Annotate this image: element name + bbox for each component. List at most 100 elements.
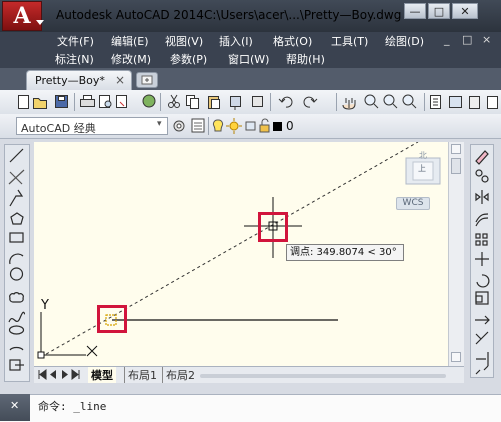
first-layout-icon — [38, 369, 47, 380]
layer-color-swatch-icon — [273, 122, 282, 131]
app-menu-arrow-icon — [36, 20, 44, 25]
print-icon — [80, 95, 95, 107]
viewcube-top-face[interactable]: 上 — [418, 163, 426, 174]
menu-window[interactable]: 窗口(W) — [228, 51, 269, 67]
spline-icon — [8, 311, 26, 323]
menu-help[interactable]: 帮助(H) — [286, 51, 325, 67]
matchprop-icon — [230, 96, 241, 110]
design-center-icon — [449, 96, 462, 108]
block-editor-icon — [252, 96, 263, 107]
layer-properties-icon — [191, 118, 205, 133]
stretch-icon — [475, 315, 490, 325]
rotate-icon — [476, 274, 490, 288]
layer-name[interactable]: 0 — [286, 119, 294, 133]
scroll-up-button[interactable] — [451, 144, 461, 154]
layer-lock-vp-icon — [245, 121, 256, 131]
line-tool-icon — [9, 148, 24, 163]
menu-insert[interactable]: 插入(I) — [219, 33, 253, 49]
undo-icon — [278, 96, 293, 108]
cut-icon — [168, 94, 180, 108]
menu-dimension[interactable]: 标注(N) — [55, 51, 94, 67]
construction-line-icon — [8, 169, 25, 185]
app-title: Autodesk AutoCAD 2014 — [56, 8, 204, 22]
revision-cloud-icon — [9, 292, 24, 303]
autocad-logo-icon: A — [13, 3, 31, 29]
trim-icon — [475, 331, 489, 345]
menu-view[interactable]: 视图(V) — [165, 33, 203, 49]
ellipse-icon — [8, 325, 25, 335]
paste-icon — [208, 96, 220, 109]
zoom-previous-icon — [402, 94, 417, 109]
zoom-window-icon — [383, 94, 398, 109]
document-tab[interactable]: Pretty—Boy* × — [26, 70, 132, 90]
wcs-menu-button[interactable]: WCS — [396, 197, 430, 210]
workspace-dropdown[interactable]: AutoCAD 经典 ▾ — [16, 117, 168, 135]
tab-layout2[interactable]: 布局2 — [162, 367, 195, 383]
layer-freeze-icon — [226, 118, 242, 134]
doc-close-button[interactable]: × — [482, 33, 491, 46]
open-icon — [33, 98, 47, 109]
mirror-icon — [475, 190, 489, 204]
standard-toolbar-icons — [18, 93, 498, 111]
vertical-scrollbar[interactable] — [448, 142, 464, 366]
erase-icon — [475, 150, 489, 165]
doc-minimize-button[interactable]: _ — [444, 33, 450, 46]
tab-layout1[interactable]: 布局1 — [124, 367, 157, 383]
prev-layout-icon — [50, 370, 56, 379]
arc-icon — [9, 253, 24, 265]
print-preview-icon — [99, 95, 112, 108]
application-menu-button[interactable]: A — [2, 1, 42, 31]
menu-draw[interactable]: 绘图(D) — [385, 33, 424, 49]
rectangle-icon — [9, 232, 24, 243]
modify-toolbar-icons — [475, 150, 490, 375]
document-tab-close-icon[interactable]: × — [115, 73, 125, 87]
sheet-set-icon — [487, 96, 498, 109]
extend-icon — [476, 352, 489, 366]
scale-icon — [475, 291, 489, 305]
close-button[interactable]: ✕ — [452, 3, 478, 19]
horizontal-scrollbar[interactable] — [200, 374, 446, 378]
ellipse-arc-icon — [9, 346, 24, 351]
ucs-y-label: Y — [41, 298, 49, 313]
workspace-dropdown-value: AutoCAD 经典 — [21, 122, 96, 135]
minimize-button[interactable]: — — [404, 3, 426, 19]
chevron-down-icon: ▾ — [157, 119, 162, 129]
properties-icon — [430, 95, 441, 109]
scroll-down-button[interactable] — [451, 352, 461, 362]
dynamic-input-tooltip: 调点: 349.8074 < 30° — [286, 244, 404, 261]
redo-icon — [303, 96, 318, 108]
menu-modify[interactable]: 修改(M) — [111, 51, 151, 67]
layout-nav-buttons[interactable] — [36, 368, 86, 381]
new-file-icon — [18, 95, 29, 109]
scroll-thumb[interactable] — [451, 158, 461, 174]
command-line-grip[interactable]: ✕ — [0, 394, 30, 421]
menu-format[interactable]: 格式(O) — [273, 33, 312, 49]
pan-icon — [342, 98, 356, 110]
viewcube-north-label[interactable]: 北 — [419, 150, 427, 161]
menu-left-strip — [0, 32, 46, 68]
new-tab-button[interactable] — [136, 72, 158, 88]
new-tab-icon — [141, 75, 153, 85]
polyline-icon — [9, 189, 24, 207]
layer-on-icon — [212, 119, 224, 132]
offset-icon — [475, 213, 489, 227]
menu-parametric[interactable]: 参数(P) — [170, 51, 207, 67]
tab-model[interactable]: 模型 — [88, 367, 116, 383]
doc-restore-button[interactable]: □ — [462, 33, 472, 46]
zoom-realtime-icon — [364, 94, 379, 109]
3d-dwf-icon — [142, 94, 156, 108]
menu-tools[interactable]: 工具(T) — [331, 33, 368, 49]
ucs-icon — [37, 312, 98, 359]
restore-button[interactable]: □ — [428, 3, 450, 19]
layer-lock-icon — [259, 118, 270, 133]
copy-object-icon — [475, 169, 489, 183]
command-line-close-icon[interactable]: ✕ — [10, 399, 19, 412]
move-icon — [475, 252, 489, 266]
endpoint-highlight-box — [258, 212, 288, 242]
menu-edit[interactable]: 编辑(E) — [111, 33, 149, 49]
menu-file[interactable]: 文件(F) — [57, 33, 94, 49]
copy-icon — [186, 95, 199, 109]
tool-palettes-icon — [469, 96, 480, 109]
polygon-icon — [10, 212, 24, 225]
document-path: C:\Users\acer\...\Pretty—Boy.dwg — [204, 8, 402, 22]
